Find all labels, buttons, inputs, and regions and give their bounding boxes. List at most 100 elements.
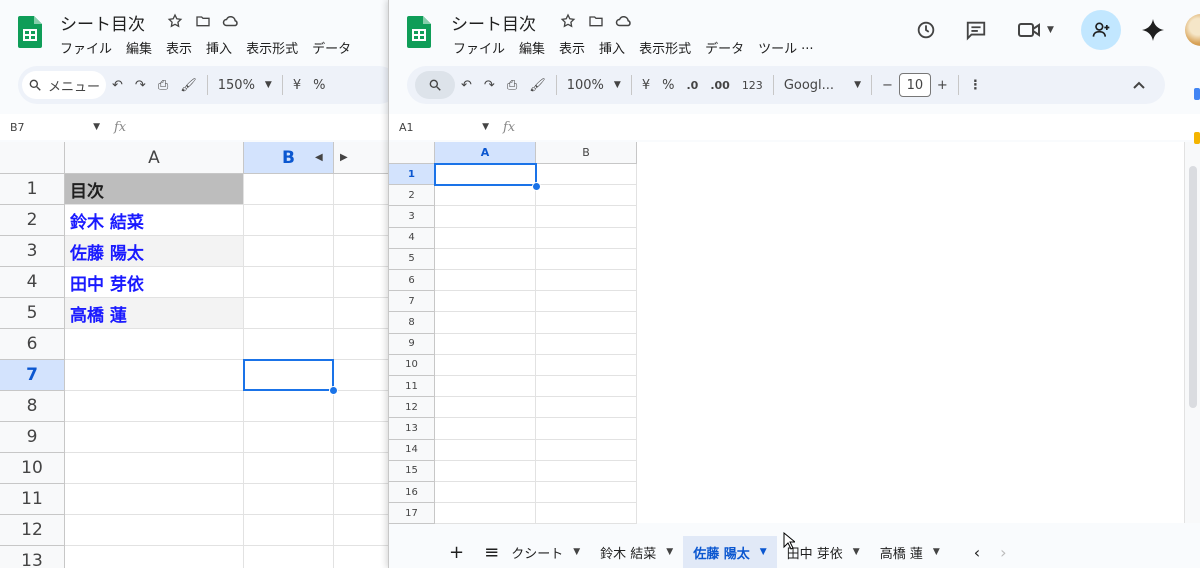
selected-cell-a1[interactable] [434, 163, 537, 186]
cell[interactable] [334, 174, 388, 205]
row-header[interactable]: 17 [389, 503, 435, 525]
row-header[interactable]: 9 [389, 333, 435, 355]
column-header-c[interactable]: ▶ [334, 142, 388, 174]
side-panel-icon[interactable] [1194, 132, 1200, 144]
menu-edit[interactable]: 編集 [126, 38, 152, 57]
cell[interactable] [536, 291, 637, 313]
star-icon[interactable] [166, 12, 184, 30]
decrease-decimal-button[interactable]: .0 [680, 71, 704, 99]
column-header-a[interactable]: A [435, 142, 536, 164]
cell[interactable] [244, 422, 334, 453]
search-menus-button[interactable] [415, 71, 455, 99]
column-header-b[interactable]: B ◀ [244, 142, 334, 174]
cloud-status-icon[interactable] [615, 12, 633, 30]
cell[interactable] [334, 546, 388, 568]
select-all-corner[interactable] [0, 142, 65, 174]
cell[interactable] [244, 391, 334, 422]
cell[interactable] [536, 460, 637, 482]
side-panel-icon[interactable] [1194, 88, 1200, 100]
cell[interactable] [334, 205, 388, 236]
cell[interactable] [536, 397, 637, 419]
column-header-a[interactable]: A [65, 142, 244, 174]
row-header[interactable]: 3 [389, 206, 435, 228]
row-header[interactable]: 5 [389, 248, 435, 270]
scroll-tabs-left-icon[interactable]: ‹ [964, 536, 990, 568]
font-size-decrease-button[interactable]: − [876, 71, 899, 99]
cell[interactable] [334, 298, 388, 329]
menu-insert[interactable]: 挿入 [206, 38, 232, 57]
menu-format[interactable]: 表示形式 [639, 38, 691, 57]
sheet-tab-active[interactable]: 佐藤 陽太 ▼ [683, 536, 777, 568]
cell[interactable] [435, 397, 536, 419]
row-header[interactable]: 4 [389, 227, 435, 249]
cell[interactable] [334, 267, 388, 298]
sheets-logo-icon[interactable] [18, 16, 42, 48]
zoom-select[interactable]: 150% ▼ [212, 71, 278, 99]
undo-icon[interactable]: ↶ [106, 71, 129, 99]
number-format-button[interactable]: 123 [736, 71, 769, 99]
cell[interactable] [435, 312, 536, 334]
toc-link-cell[interactable]: 田中 芽依 [65, 267, 244, 298]
fill-handle[interactable] [329, 386, 338, 395]
cell[interactable] [536, 270, 637, 292]
row-header[interactable]: 2 [389, 185, 435, 207]
print-icon[interactable]: ⎙ [501, 71, 523, 99]
menu-data[interactable]: データ [705, 38, 744, 57]
meet-video-icon[interactable]: ▼ [1017, 20, 1054, 40]
toc-link-cell[interactable]: 佐藤 陽太 [65, 236, 244, 267]
menu-file[interactable]: ファイル [60, 38, 112, 57]
cell[interactable] [244, 267, 334, 298]
add-sheet-icon[interactable]: + [439, 536, 474, 568]
row-header[interactable]: 11 [389, 376, 435, 398]
cell[interactable] [334, 515, 388, 546]
sheet-tab[interactable]: 高橋 蓮 ▼ [870, 536, 950, 568]
toc-link-cell[interactable] [65, 422, 244, 453]
redo-icon[interactable]: ↷ [478, 71, 501, 99]
row-header[interactable]: 1 [389, 164, 435, 186]
cell[interactable] [334, 422, 388, 453]
right-grid[interactable]: A B 1 2 3 4 5 6 7 8 9 10 11 12 13 14 15 16 17 [389, 142, 1200, 525]
row-header[interactable]: 6 [389, 270, 435, 292]
cell[interactable] [435, 227, 536, 249]
move-folder-icon[interactable] [194, 12, 212, 30]
cell[interactable] [244, 205, 334, 236]
name-box[interactable]: A1 ▼ [389, 121, 489, 134]
cell[interactable] [244, 329, 334, 360]
toc-link-cell[interactable] [65, 453, 244, 484]
account-avatar[interactable] [1185, 14, 1200, 46]
cell[interactable] [435, 206, 536, 228]
toc-link-cell[interactable] [65, 484, 244, 515]
row-header[interactable]: 1 [0, 174, 65, 205]
left-grid[interactable]: A B ◀ ▶ 1 目次 2 鈴木 結菜 3 佐藤 陽太 4 田中 芽依 5 高橋 蓮 6 7 8 9 10… [0, 142, 388, 568]
toc-link-cell[interactable] [65, 329, 244, 360]
cell[interactable] [435, 503, 536, 525]
cell[interactable] [536, 227, 637, 249]
toc-link-cell[interactable] [65, 391, 244, 422]
cell[interactable] [244, 546, 334, 568]
menu-tools[interactable]: ツール [758, 38, 797, 57]
cloud-status-icon[interactable] [222, 12, 240, 30]
caret-right-icon[interactable]: ▶ [340, 152, 348, 163]
row-header[interactable]: 10 [389, 354, 435, 376]
menu-view[interactable]: 表示 [166, 38, 192, 57]
cell[interactable] [244, 453, 334, 484]
row-header[interactable]: 2 [0, 205, 65, 236]
row-header[interactable]: 12 [0, 515, 65, 546]
cell[interactable] [334, 484, 388, 515]
collapse-toolbar-icon[interactable] [1127, 71, 1151, 99]
sheet-tab[interactable]: 鈴木 結菜 ▼ [590, 536, 683, 568]
row-header[interactable]: 7 [0, 360, 65, 391]
menu-more[interactable]: ... [801, 38, 813, 57]
star-icon[interactable] [559, 12, 577, 30]
row-header[interactable]: 13 [0, 546, 65, 568]
row-header[interactable]: 15 [389, 460, 435, 482]
cell[interactable] [435, 354, 536, 376]
cell[interactable] [244, 236, 334, 267]
selected-cell-b7[interactable] [243, 359, 334, 391]
row-header[interactable]: 10 [0, 453, 65, 484]
row-header[interactable]: 12 [389, 397, 435, 419]
cell[interactable] [536, 164, 637, 186]
menu-file[interactable]: ファイル [453, 38, 505, 57]
row-header[interactable]: 3 [0, 236, 65, 267]
row-header[interactable]: 9 [0, 422, 65, 453]
